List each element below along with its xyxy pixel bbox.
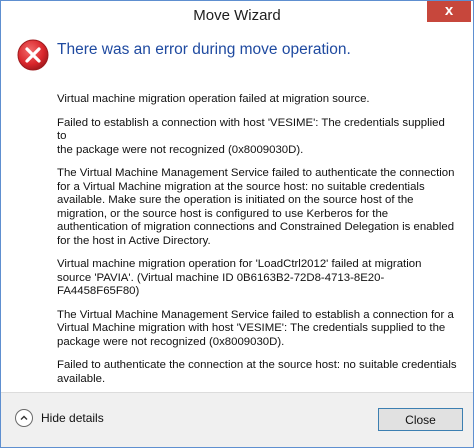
window-close-button[interactable]: x [427,1,471,22]
error-message: Failed to establish a connection with ho… [57,116,445,156]
close-button[interactable]: Close [378,408,463,431]
hide-details-toggle[interactable]: Hide details [15,407,104,429]
error-details: Virtual machine migration operation fail… [57,93,457,396]
window-title: Move Wizard [193,7,281,24]
error-message: Virtual machine migration operation for … [57,258,422,297]
hide-details-label[interactable]: Hide details [41,411,104,425]
dialog-footer: Hide details Close [1,392,473,447]
error-message: Virtual machine migration operation fail… [57,93,370,105]
title-bar: Move Wizard x [1,1,473,31]
chevron-up-icon[interactable] [15,409,33,427]
error-message: The Virtual Machine Management Service f… [57,308,454,348]
error-heading: There was an error during move operation… [57,41,351,58]
move-wizard-window: Move Wizard x There was an error during … [0,0,474,448]
error-message: The Virtual Machine Management Service f… [57,167,455,247]
dialog-content: There was an error during move operation… [7,31,467,391]
error-icon [17,39,49,71]
error-message: Failed to authenticate the connection at… [57,359,457,385]
